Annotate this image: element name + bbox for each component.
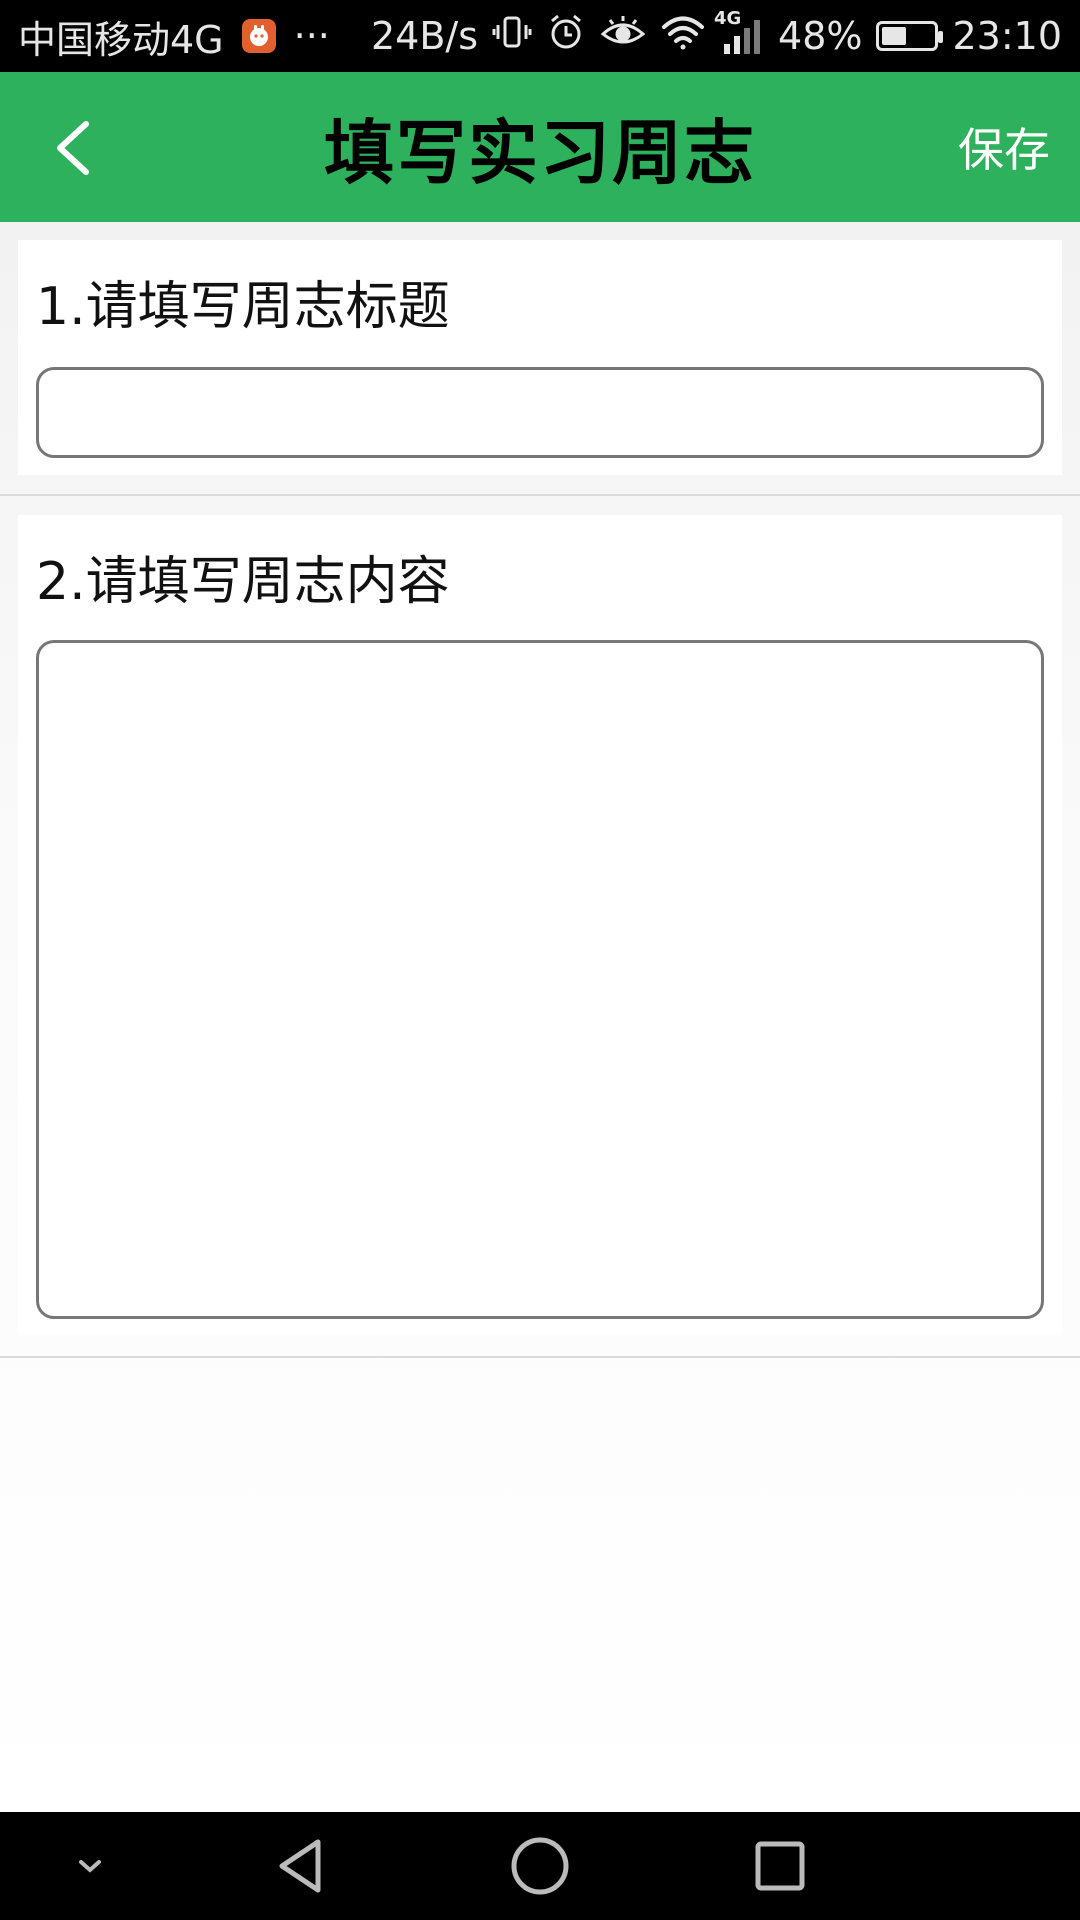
vibrate-icon: [492, 12, 532, 61]
hide-nav-button[interactable]: [50, 1826, 130, 1906]
back-button[interactable]: [38, 113, 108, 183]
clock: 23:10: [952, 14, 1062, 58]
network-type-label: 4G: [714, 8, 742, 29]
status-left: 中国移动4G ···: [18, 9, 330, 64]
more-notifications: ···: [293, 14, 330, 58]
title-section-label: 1.请填写周志标题: [36, 277, 450, 337]
battery-fill: [882, 27, 907, 45]
weekly-content-textarea[interactable]: [36, 640, 1044, 1319]
content-section: 2.请填写周志内容: [18, 515, 1062, 1335]
chevron-left-icon: [57, 121, 89, 175]
app-notification-icon: [241, 19, 276, 53]
chevron-down-icon: [79, 1860, 101, 1873]
save-button[interactable]: 保存: [958, 114, 1050, 180]
battery-percent: 48%: [778, 14, 863, 58]
title-section: 1.请填写周志标题: [18, 240, 1062, 475]
carrier-label: 中国移动4G: [18, 17, 224, 62]
alarm-icon: [546, 12, 586, 61]
nav-recents-button[interactable]: [740, 1826, 820, 1906]
weekly-title-input[interactable]: [36, 367, 1044, 458]
signal-icon: 4G: [714, 8, 764, 56]
home-circle-icon: [511, 1837, 569, 1895]
network-speed: 24B/s: [370, 14, 479, 58]
eye-icon: [600, 12, 646, 61]
nav-back-button[interactable]: [260, 1826, 340, 1906]
system-nav-bar: [0, 1812, 1080, 1920]
form-content: 1.请填写周志标题 2.请填写周志内容: [0, 222, 1080, 1812]
status-right: 24B/s 4G 48% 23:10: [370, 8, 1062, 61]
page-title: 填写实习周志: [324, 111, 756, 194]
section-divider-bottom: [0, 1356, 1080, 1358]
nav-home-button[interactable]: [500, 1826, 580, 1906]
recents-square-icon: [755, 1841, 805, 1891]
section-divider: [0, 494, 1080, 496]
status-bar: 中国移动4G ··· 24B/s 4G 48% 23:10: [0, 0, 1080, 72]
content-section-label: 2.请填写周志内容: [36, 552, 450, 612]
battery-icon: [876, 21, 944, 51]
app-header: 填写实习周志 保存: [0, 72, 1080, 222]
back-triangle-icon: [279, 1839, 321, 1893]
wifi-icon: [660, 12, 706, 61]
